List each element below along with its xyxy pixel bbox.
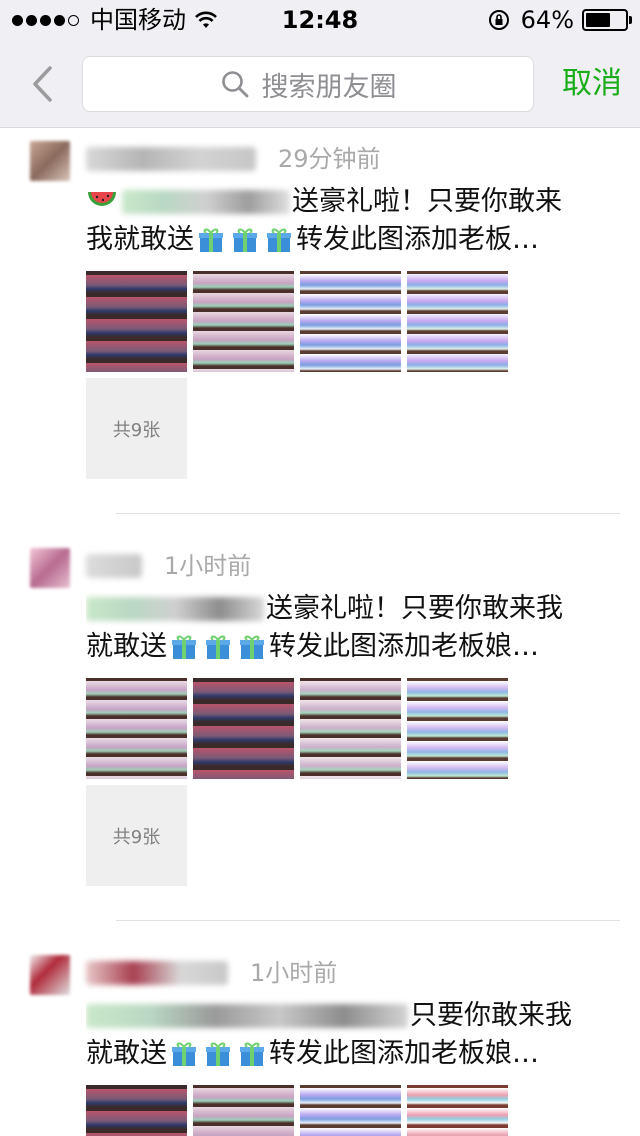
gift-icon bbox=[206, 1042, 230, 1066]
gift-icon bbox=[199, 228, 223, 252]
divider bbox=[116, 513, 620, 514]
photo-thumbnail[interactable] bbox=[193, 678, 294, 779]
post-time: 29分钟前 bbox=[278, 145, 381, 173]
battery-percent: 64% bbox=[520, 6, 574, 34]
moment-post[interactable]: 1小时前 送豪礼啦！只要你敢来我 就敢送 转发此图添加老板娘… 共9张 bbox=[0, 536, 640, 921]
photo-thumbnail[interactable] bbox=[193, 271, 294, 372]
post-text[interactable]: 送豪礼啦！只要你敢来 我就敢送 转发此图添加老板… bbox=[86, 183, 620, 259]
photo-thumbnail[interactable] bbox=[300, 678, 401, 779]
photo-thumbnail[interactable] bbox=[86, 271, 187, 372]
search-icon bbox=[221, 71, 248, 98]
post-text[interactable]: 送豪礼啦！只要你敢来我 就敢送 转发此图添加老板娘… bbox=[86, 590, 620, 666]
gift-icon bbox=[240, 1042, 264, 1066]
blurred-username[interactable] bbox=[86, 554, 142, 578]
photo-thumbnail[interactable] bbox=[86, 1085, 187, 1136]
photo-thumbnail[interactable] bbox=[407, 271, 508, 372]
post-text-line2-prefix: 就敢送 bbox=[86, 631, 167, 662]
cancel-button[interactable]: 取消 bbox=[562, 64, 622, 104]
post-time: 1小时前 bbox=[164, 552, 252, 580]
blurred-text bbox=[122, 190, 290, 214]
photo-thumbnail[interactable] bbox=[300, 271, 401, 372]
photo-grid: 共9张 bbox=[86, 271, 514, 479]
photo-thumbnail[interactable] bbox=[86, 678, 187, 779]
photo-thumbnail[interactable] bbox=[407, 678, 508, 779]
post-text-line2-prefix: 我就敢送 bbox=[86, 224, 194, 255]
search-input[interactable]: 搜索朋友圈 bbox=[82, 56, 534, 112]
post-time: 1小时前 bbox=[250, 959, 338, 987]
blurred-text bbox=[86, 1004, 408, 1028]
photo-thumbnail[interactable] bbox=[300, 1085, 401, 1136]
search-header: 搜索朋友圈 取消 bbox=[0, 40, 640, 128]
blurred-username[interactable] bbox=[86, 147, 256, 171]
photo-thumbnail[interactable] bbox=[193, 1085, 294, 1136]
more-photos-tile[interactable]: 共9张 bbox=[86, 785, 187, 886]
gift-icon bbox=[172, 1042, 196, 1066]
back-button[interactable] bbox=[20, 60, 64, 108]
post-text-line2-prefix: 就敢送 bbox=[86, 1038, 167, 1069]
search-placeholder: 搜索朋友圈 bbox=[261, 71, 397, 103]
avatar[interactable] bbox=[30, 955, 70, 995]
photo-grid bbox=[86, 1085, 514, 1136]
moments-search-results: 29分钟前 送豪礼啦！只要你敢来 我就敢送 转发此图添加老板… 共9张 1小时前… bbox=[0, 129, 640, 1136]
gift-icon bbox=[240, 635, 264, 659]
post-text-line1: 送豪礼啦！只要你敢来 bbox=[292, 186, 562, 217]
post-text-line1: 送豪礼啦！只要你敢来我 bbox=[266, 593, 563, 624]
divider bbox=[116, 920, 620, 921]
status-bar: 中国移动 12:48 64% bbox=[0, 0, 640, 40]
gift-icon bbox=[206, 635, 230, 659]
more-photos-tile[interactable]: 共9张 bbox=[86, 378, 187, 479]
moment-post[interactable]: 1小时前 只要你敢来我 就敢送 转发此图添加老板娘… bbox=[0, 943, 640, 1136]
battery-icon bbox=[582, 9, 632, 31]
avatar[interactable] bbox=[30, 141, 70, 181]
post-text[interactable]: 只要你敢来我 就敢送 转发此图添加老板娘… bbox=[86, 997, 620, 1073]
post-text-line2-suffix: 转发此图添加老板娘… bbox=[269, 631, 539, 662]
avatar[interactable] bbox=[30, 548, 70, 588]
gift-icon bbox=[267, 228, 291, 252]
post-text-line1: 只要你敢来我 bbox=[410, 1000, 572, 1031]
chevron-left-icon bbox=[33, 66, 52, 102]
gift-icon bbox=[233, 228, 257, 252]
photo-grid: 共9张 bbox=[86, 678, 514, 886]
blurred-username[interactable] bbox=[86, 961, 228, 985]
post-text-line2-suffix: 转发此图添加老板娘… bbox=[269, 1038, 539, 1069]
watermelon-icon bbox=[88, 192, 116, 206]
blurred-text bbox=[86, 597, 264, 621]
post-text-line2-suffix: 转发此图添加老板… bbox=[296, 224, 539, 255]
rotation-lock-icon bbox=[488, 10, 509, 30]
gift-icon bbox=[172, 635, 196, 659]
photo-thumbnail[interactable] bbox=[407, 1085, 508, 1136]
moment-post[interactable]: 29分钟前 送豪礼啦！只要你敢来 我就敢送 转发此图添加老板… 共9张 bbox=[0, 129, 640, 514]
